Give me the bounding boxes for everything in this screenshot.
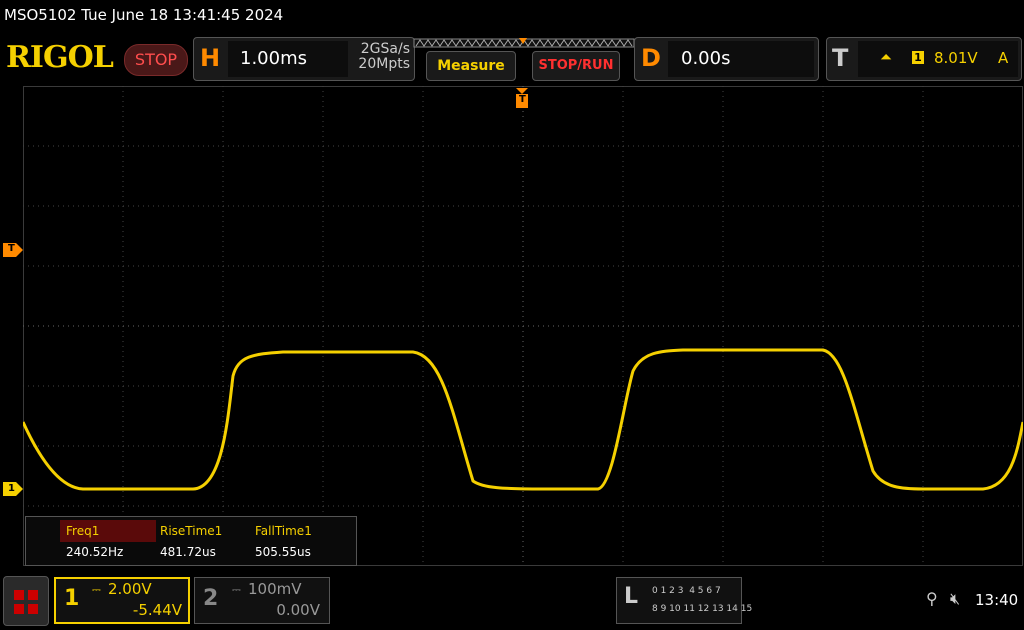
trigger-letter: T bbox=[832, 44, 849, 72]
logic-letter: L bbox=[624, 584, 639, 609]
memory-depth: 20Mpts bbox=[358, 56, 410, 72]
ch1-offset: -5.44V bbox=[132, 601, 182, 619]
meas-label-rise: RiseTime1 bbox=[160, 524, 223, 538]
ch2-offset: 0.00V bbox=[276, 601, 320, 619]
ch1-offset-marker-label: 1 bbox=[8, 483, 15, 494]
measure-button[interactable]: Measure bbox=[426, 51, 516, 81]
meas-value-freq: 240.52Hz bbox=[66, 545, 124, 559]
meas-value-rise: 481.72us bbox=[160, 545, 216, 559]
status-line: MSO5102 Tue June 18 13:41:45 2024 bbox=[4, 6, 284, 24]
ch1-scale: 2.00V bbox=[108, 580, 152, 598]
coupling-dc-icon: ⎓ bbox=[232, 583, 241, 596]
delay-letter: D bbox=[641, 44, 661, 72]
menu-button[interactable] bbox=[3, 576, 49, 626]
speaker-mute-icon[interactable]: 🔇︎ bbox=[950, 589, 960, 609]
memory-bar bbox=[413, 38, 635, 48]
ch2-number: 2 bbox=[203, 586, 219, 611]
trigger-source: 1 bbox=[912, 51, 924, 64]
ch1-number: 1 bbox=[64, 586, 80, 611]
sample-rate: 2GSa/s bbox=[360, 41, 410, 57]
meas-label-fall: FallTime1 bbox=[255, 524, 312, 538]
trigger-edge-icon: ⏶ bbox=[880, 48, 893, 66]
trigger-mode: A bbox=[998, 49, 1009, 67]
trigger-time-marker-label: T bbox=[519, 94, 526, 105]
stop-run-button[interactable]: STOP/RUN bbox=[532, 51, 620, 81]
coupling-dc-icon: ⎓ bbox=[92, 583, 101, 596]
logic-channels-low: 0 1 2 3 4 5 6 7 bbox=[652, 586, 721, 596]
menu-icon bbox=[14, 590, 38, 614]
horizontal-letter: H bbox=[200, 44, 221, 72]
meas-value-fall: 505.55us bbox=[255, 545, 311, 559]
ch2-scale: 100mV bbox=[248, 580, 302, 598]
trigger-level-marker-label: T bbox=[8, 243, 15, 254]
graticule bbox=[23, 86, 1023, 566]
brand-logo: RIGOL bbox=[6, 40, 114, 75]
trigger-level: 8.01V bbox=[934, 49, 978, 67]
logic-channels-high: 8 9 10 11 12 13 14 15 bbox=[652, 604, 753, 614]
ch1-waveform bbox=[23, 348, 1023, 491]
run-state-badge[interactable]: STOP bbox=[124, 44, 188, 76]
usb-icon: ⚲ bbox=[926, 589, 938, 608]
clock: 13:40 bbox=[975, 591, 1019, 609]
meas-label-freq: Freq1 bbox=[66, 524, 100, 538]
delay-value: 0.00s bbox=[681, 48, 731, 69]
timebase-value: 1.00ms bbox=[240, 48, 307, 69]
sample-info: 2GSa/s 20Mpts bbox=[330, 42, 410, 72]
